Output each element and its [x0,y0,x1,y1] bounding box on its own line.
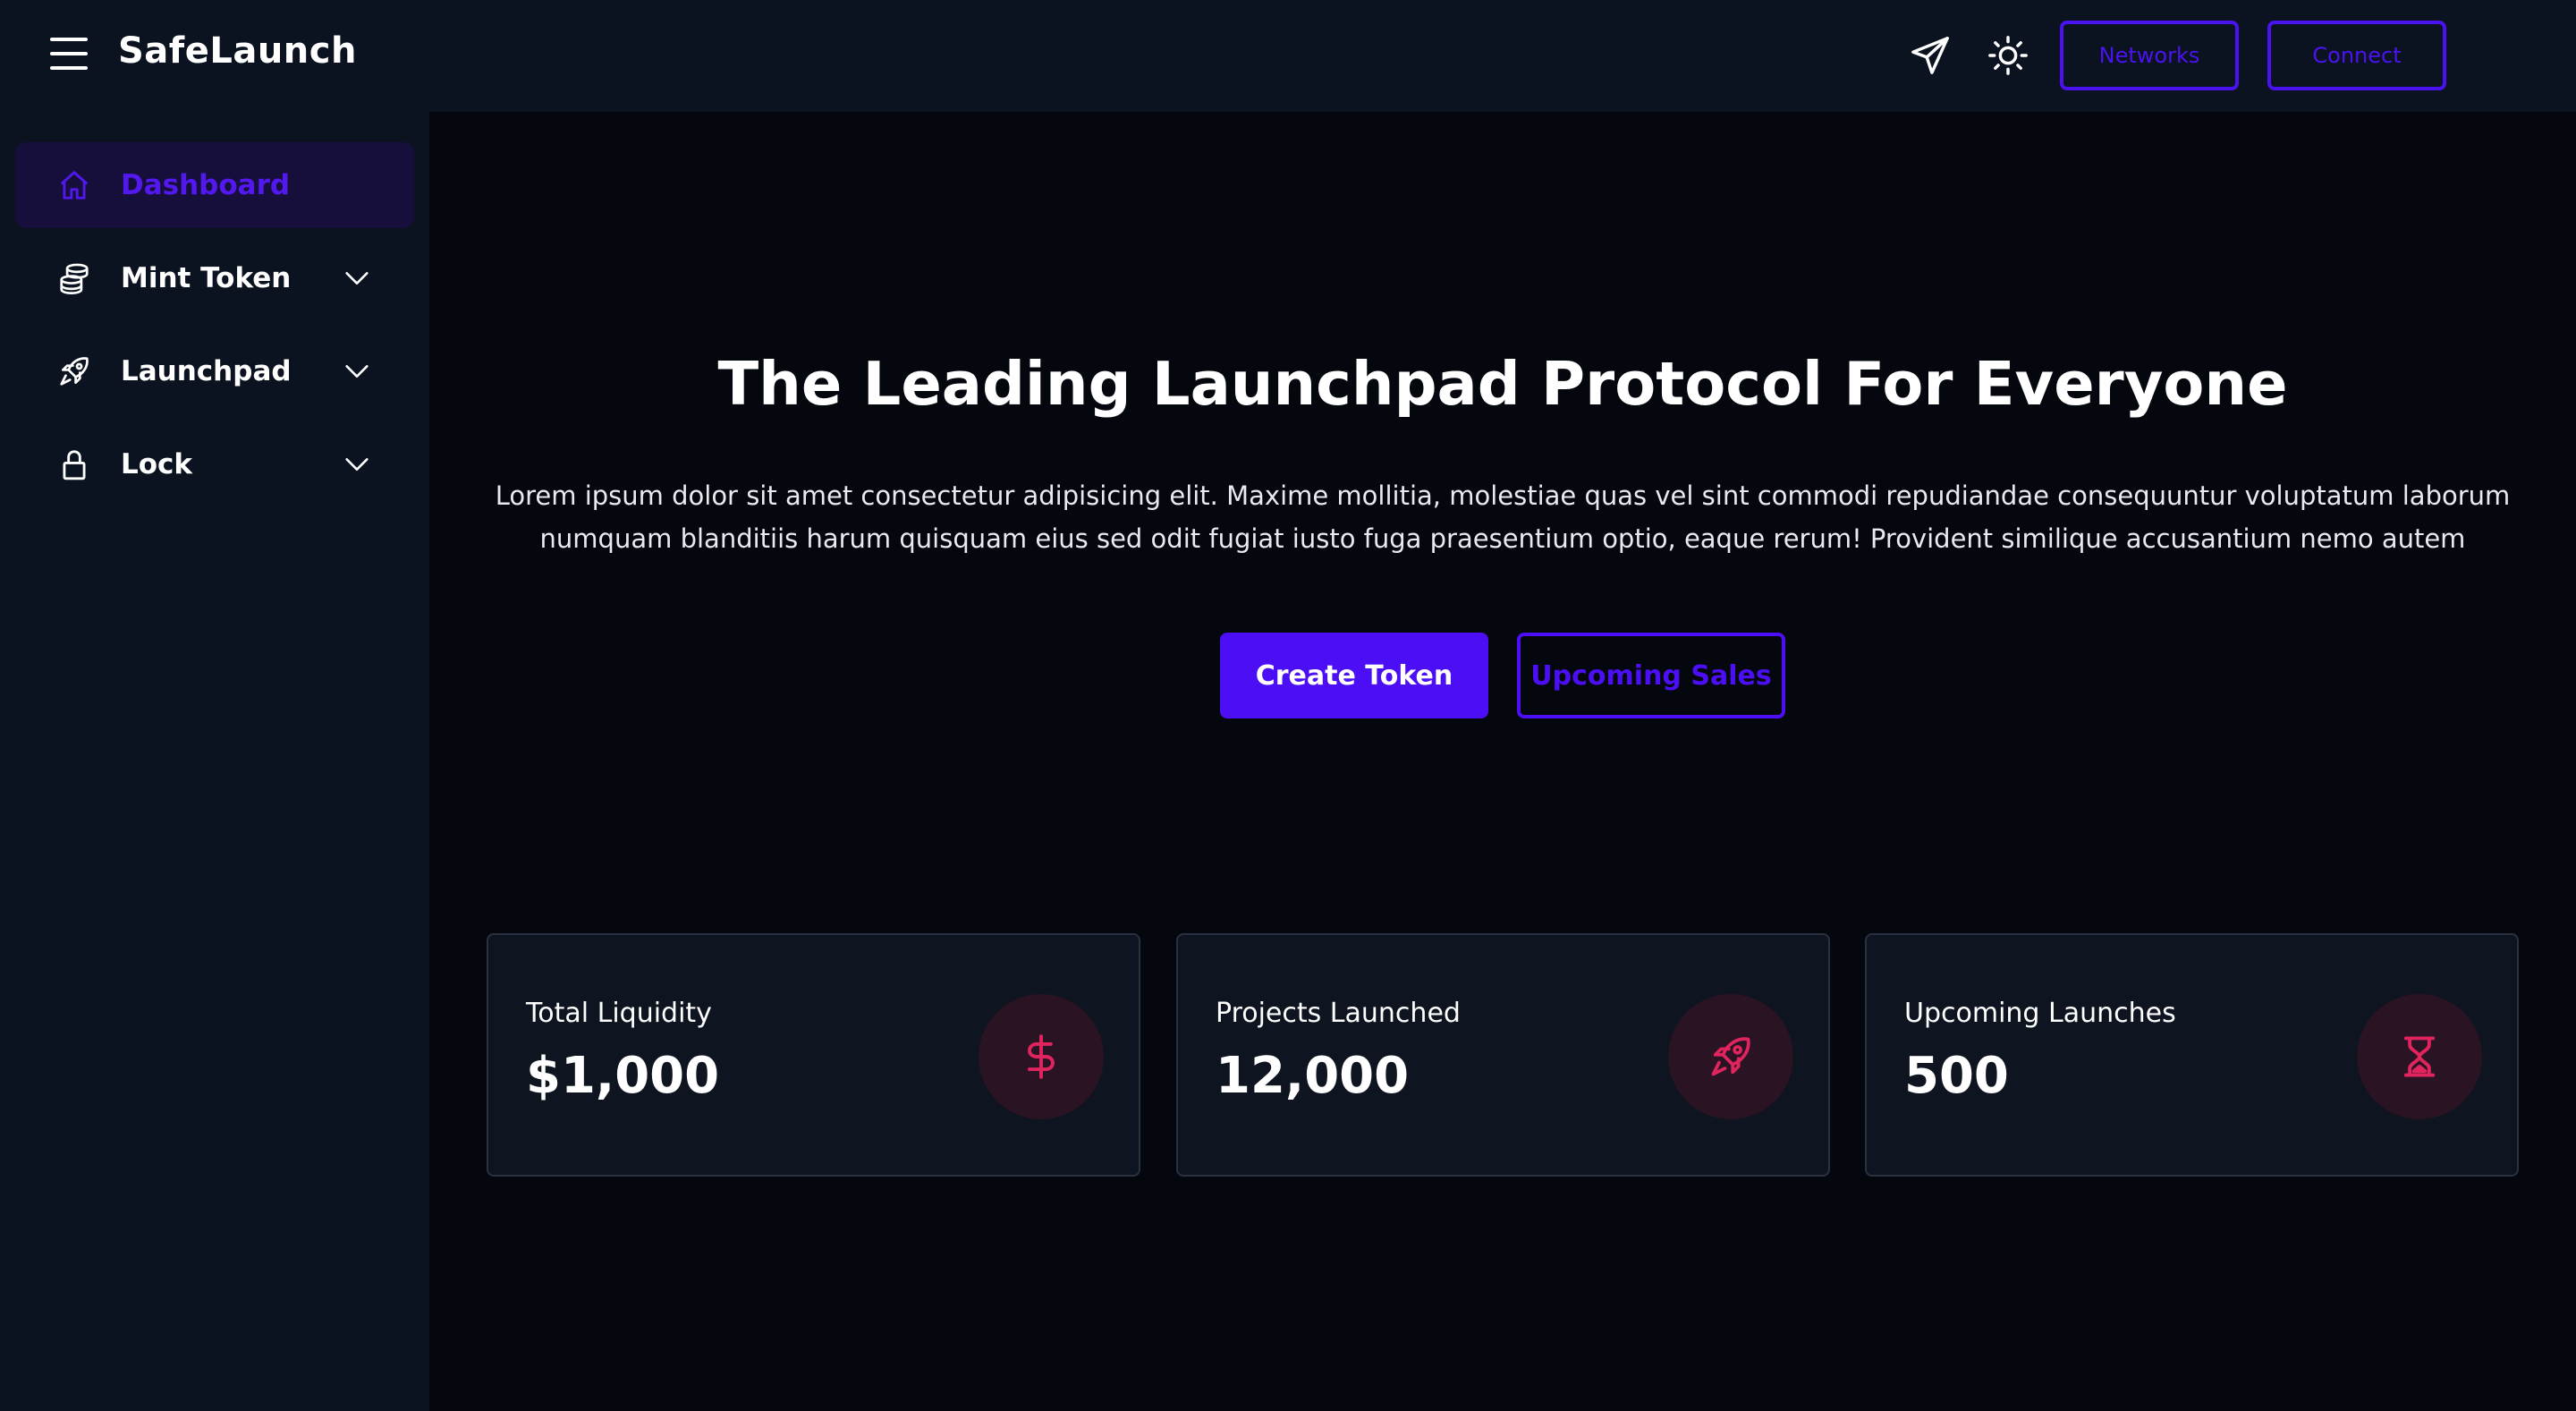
sidebar-item-lock[interactable]: Lock [15,421,414,507]
stat-card-projects-launched: Projects Launched 12,000 [1176,933,1830,1177]
stat-label: Total Liquidity [526,998,712,1029]
stat-card-upcoming-launches: Upcoming Launches 500 [1865,933,2519,1177]
lock-icon [56,446,92,482]
sidebar-item-mint-token[interactable]: Mint Token [15,235,414,321]
telegram-icon[interactable] [1907,32,1953,79]
chevron-down-icon[interactable] [339,353,375,389]
stat-label: Projects Launched [1216,998,1461,1029]
stat-label: Upcoming Launches [1904,998,2176,1029]
upcoming-sales-button[interactable]: Upcoming Sales [1517,633,1785,718]
sidebar-item-label: Dashboard [121,169,291,201]
stat-value: 500 [1904,1047,2009,1105]
coins-icon [56,260,92,296]
hamburger-menu-icon[interactable] [47,36,91,72]
hourglass-icon [2357,994,2482,1119]
sidebar-item-label: Mint Token [121,262,292,294]
sun-theme-icon[interactable] [1985,32,2031,79]
sidebar: Dashboard Mint Token Launchpad Lock [0,112,429,1411]
hero-description: Lorem ipsum dolor sit amet consectetur a… [495,480,2511,554]
hero-title: The Leading Launchpad Protocol For Every… [717,349,2288,419]
stat-value: $1,000 [526,1047,720,1105]
sidebar-item-dashboard[interactable]: Dashboard [15,142,414,228]
create-token-button[interactable]: Create Token [1220,633,1488,718]
connect-button[interactable]: Connect [2267,21,2446,90]
stat-card-total-liquidity: Total Liquidity $1,000 [487,933,1140,1177]
sidebar-item-launchpad[interactable]: Launchpad [15,328,414,414]
rocket-icon [56,353,92,389]
sidebar-item-label: Launchpad [121,355,292,387]
dollar-icon [979,994,1104,1119]
chevron-down-icon[interactable] [339,446,375,482]
top-header: SafeLaunch Networks Connect [0,0,2576,112]
sidebar-item-label: Lock [121,448,193,480]
home-icon [56,167,92,203]
brand-name[interactable]: SafeLaunch [118,30,357,72]
networks-button[interactable]: Networks [2060,21,2239,90]
stat-value: 12,000 [1216,1047,1410,1105]
chevron-down-icon[interactable] [339,260,375,296]
rocket-icon [1668,994,1793,1119]
